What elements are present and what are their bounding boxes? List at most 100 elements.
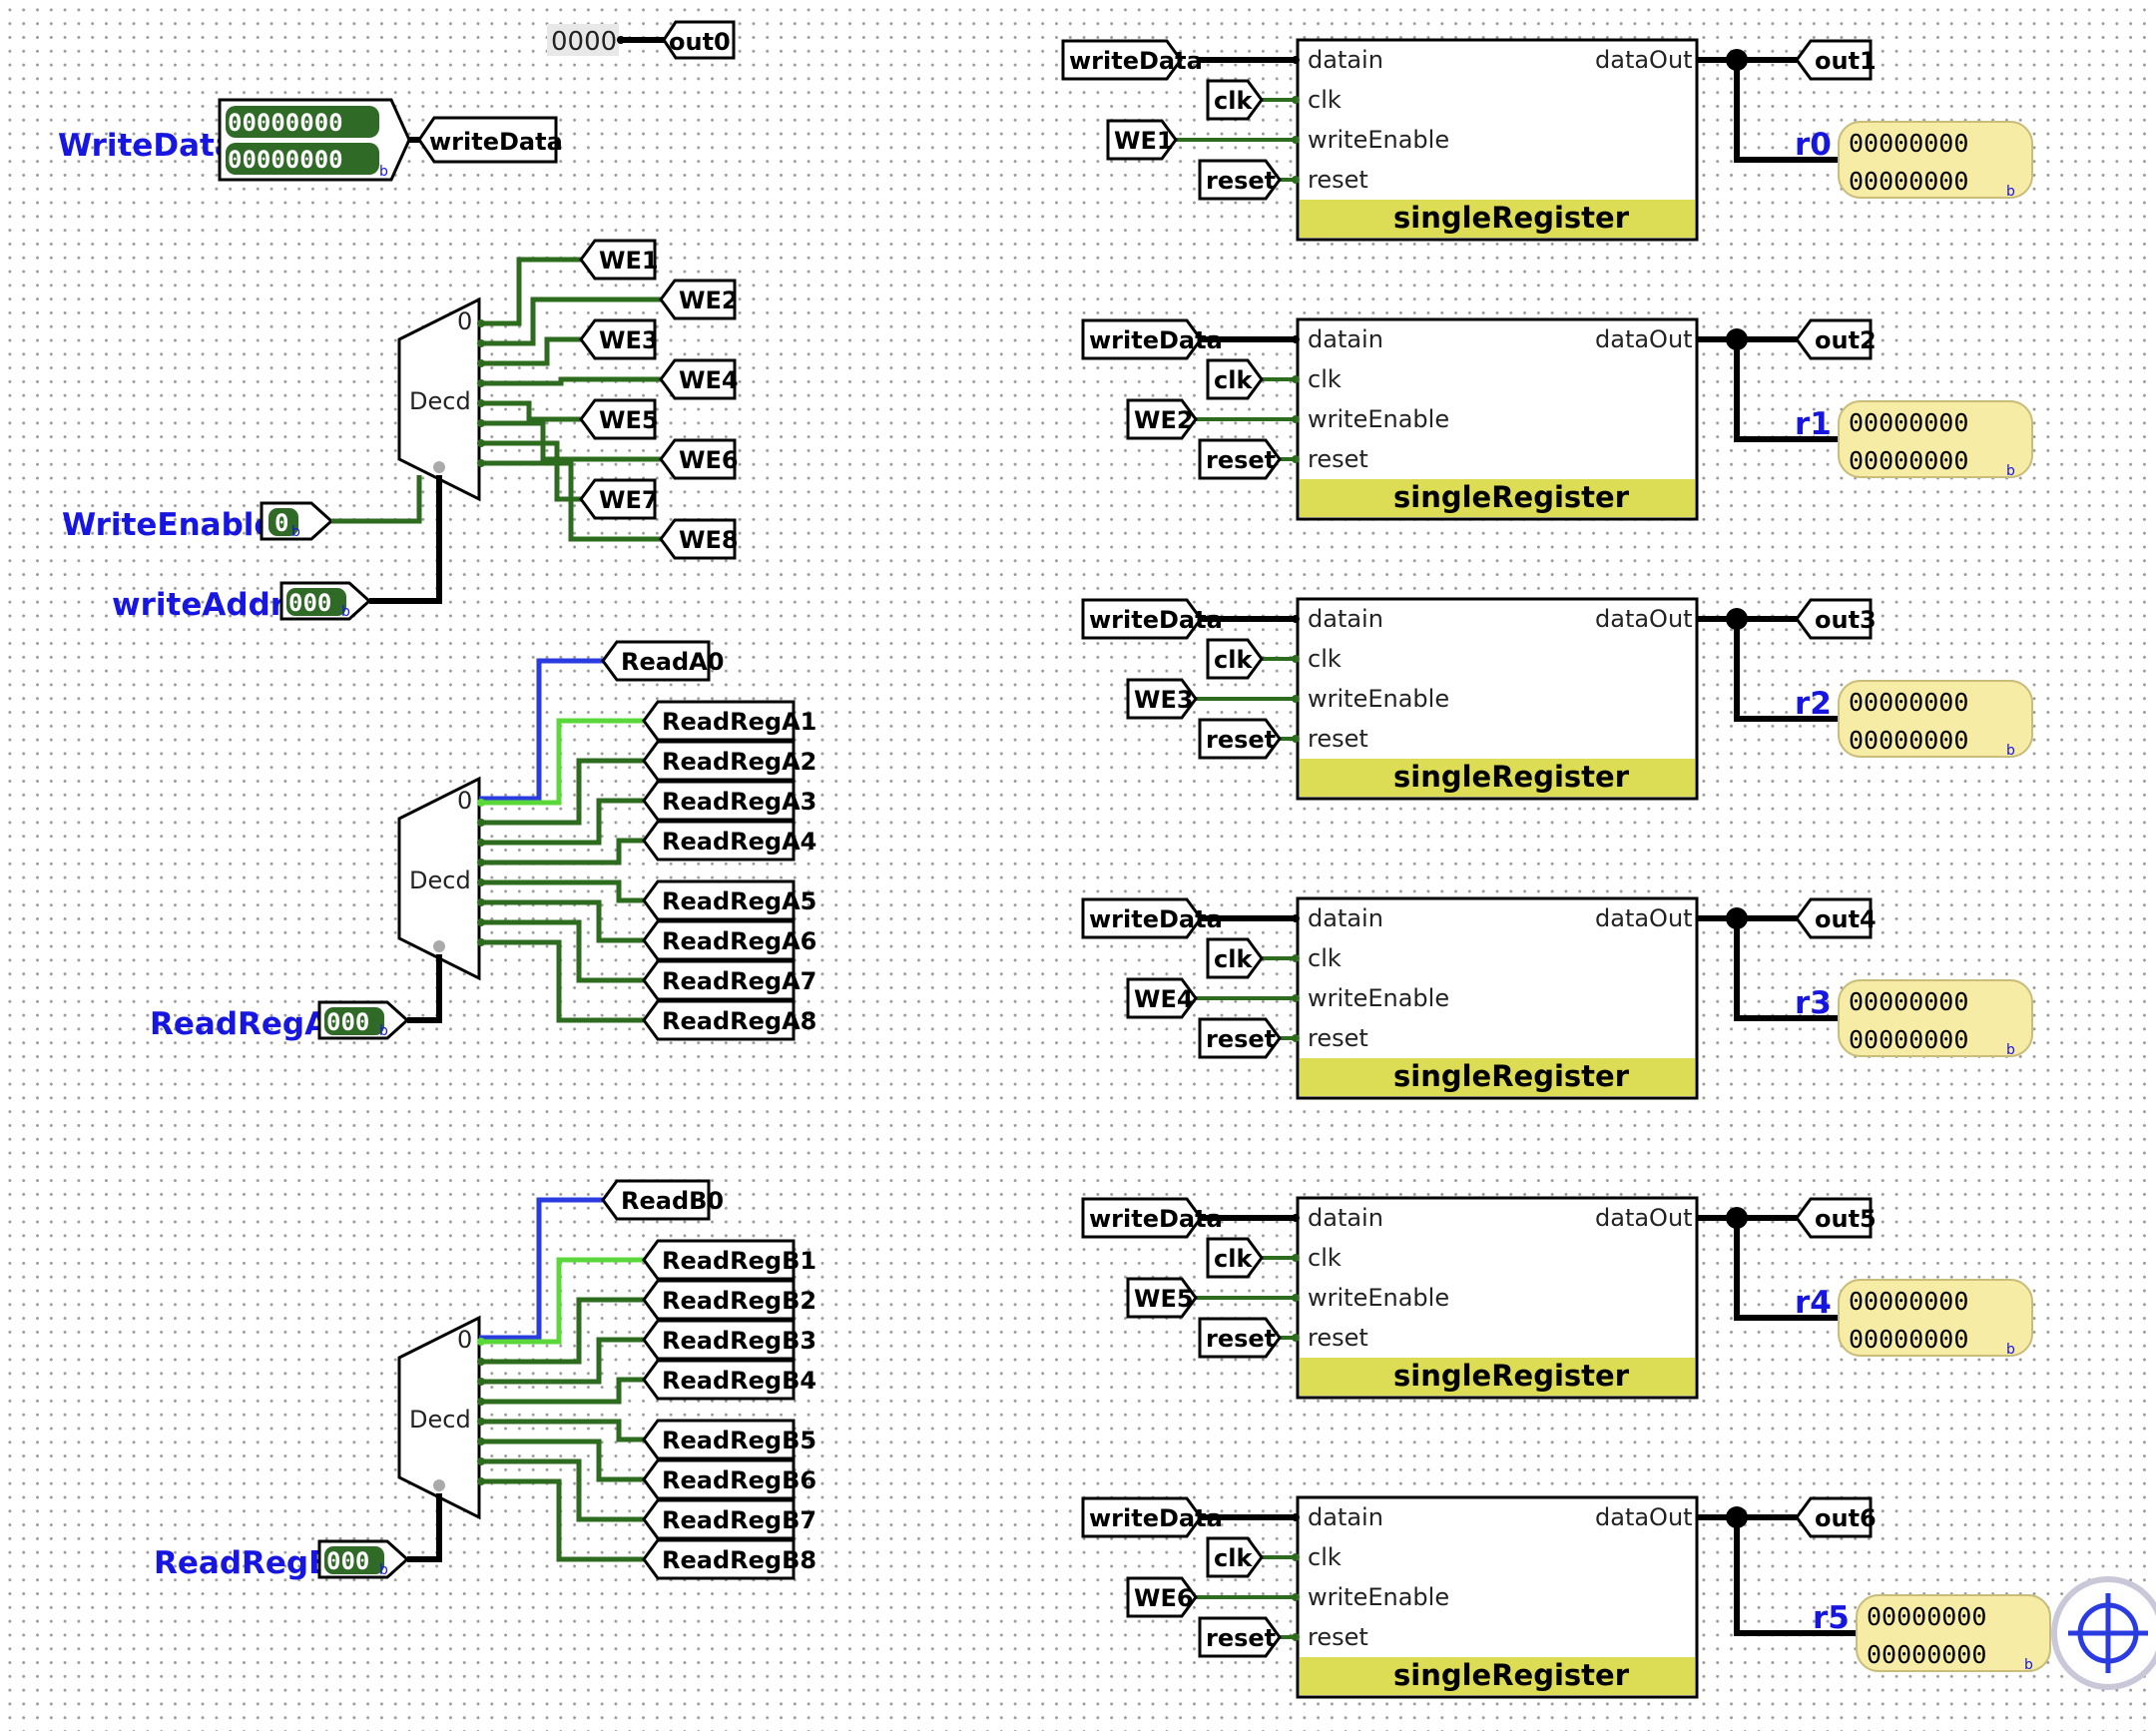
reg-6-we-tag[interactable]: WE6 xyxy=(1126,1576,1198,1618)
read-b-tag-6[interactable]: ReadRegB6 xyxy=(642,1458,816,1500)
reg-1-out-tag[interactable]: out1 xyxy=(1795,39,1877,81)
reg-4-out-tag[interactable]: out4 xyxy=(1795,897,1877,939)
pin-datain: datain xyxy=(1308,46,1383,74)
reg-6-reset-tag-label: reset xyxy=(1206,1624,1276,1652)
reg-4-reset-tag[interactable]: reset xyxy=(1198,1017,1282,1059)
read-b-tag-1[interactable]: ReadRegB1 xyxy=(642,1239,816,1281)
write-addr-input[interactable]: writeAddr 000 b xyxy=(112,475,442,623)
read-b-tag-7-label: ReadRegB7 xyxy=(662,1506,816,1534)
we-tag-2[interactable]: WE2 xyxy=(659,279,739,320)
probe-r0: r0 00000000 00000000 b xyxy=(1795,121,2033,200)
pin-reset: reset xyxy=(1308,445,1368,473)
we-tag-3[interactable]: WE3 xyxy=(579,318,659,360)
read-b-tag-2[interactable]: ReadRegB2 xyxy=(642,1279,816,1321)
reg-6-data-tag[interactable]: writeData xyxy=(1081,1496,1223,1538)
we-tag-5[interactable]: WE5 xyxy=(579,398,659,440)
write-data-bits-bottom: 00000000 xyxy=(228,146,343,174)
read-a-tag-2-label: ReadRegA2 xyxy=(662,748,816,776)
we-tag-7[interactable]: WE7 xyxy=(579,478,659,520)
probe-label: r3 xyxy=(1795,985,1832,1021)
reg-1-reset-tag[interactable]: reset xyxy=(1198,159,1282,201)
write-enable-bits: 0 xyxy=(274,509,288,537)
read-a-tag-8[interactable]: ReadRegA8 xyxy=(642,999,816,1041)
read-reg-a-input[interactable]: ReadRegA 000 b xyxy=(150,954,442,1042)
register-3[interactable]: singleRegister datain clk writeEnable reset d… xyxy=(1081,597,2033,801)
read-a-tag-7[interactable]: ReadRegA7 xyxy=(642,959,816,1001)
reg-4-clk-tag[interactable]: clk xyxy=(1206,937,1264,979)
crosshair-icon[interactable] xyxy=(2051,1576,2156,1690)
reg-5-reset-tag[interactable]: reset xyxy=(1198,1317,1282,1359)
register-1[interactable]: singleRegister datain clk writeEnable reset d… xyxy=(1061,38,2033,242)
read-b-tag-7[interactable]: ReadRegB7 xyxy=(642,1498,816,1540)
reg-1-data-tag[interactable]: writeData xyxy=(1061,39,1203,81)
reg-5-clk-tag[interactable]: clk xyxy=(1206,1237,1264,1279)
read-a-tag-4[interactable]: ReadRegA4 xyxy=(642,820,816,862)
reg-5-we-tag[interactable]: WE5 xyxy=(1126,1277,1198,1319)
register-bank: singleRegister datain clk writeEnable reset d… xyxy=(1061,38,2051,1699)
write-data-input[interactable]: WriteData 00000000 00000000 b writeData xyxy=(58,98,563,182)
reg-3-data-tag[interactable]: writeData xyxy=(1081,598,1223,640)
read-a-tag-1[interactable]: ReadRegA1 xyxy=(642,700,816,742)
read-a-tag-3[interactable]: ReadRegA3 xyxy=(642,780,816,822)
read-b-tag-4[interactable]: ReadRegB4 xyxy=(642,1359,816,1401)
reg-3-data-tag-label: writeData xyxy=(1089,606,1223,634)
constant-out0[interactable]: 0000 out0 xyxy=(547,20,736,60)
reg-3-clk-tag[interactable]: clk xyxy=(1206,638,1264,680)
read-reg-a-label: ReadRegA xyxy=(150,1006,328,1042)
reg-2-clk-tag[interactable]: clk xyxy=(1206,358,1264,400)
reg-4-we-tag[interactable]: WE4 xyxy=(1126,977,1198,1019)
reg-2-reset-tag[interactable]: reset xyxy=(1198,438,1282,480)
reg-2-we-tag[interactable]: WE2 xyxy=(1126,398,1198,440)
reg-6-out-tag[interactable]: out6 xyxy=(1795,1496,1877,1538)
read-b-tag-8-label: ReadRegB8 xyxy=(662,1546,816,1574)
reg-6-reset-tag[interactable]: reset xyxy=(1198,1616,1282,1658)
register-6[interactable]: singleRegister datain clk writeEnable reset d… xyxy=(1081,1495,2051,1699)
reg-5-data-tag[interactable]: writeData xyxy=(1081,1197,1223,1239)
we-tag-1[interactable]: WE1 xyxy=(579,239,659,281)
write-data-radix: b xyxy=(379,164,388,180)
we-tag-8[interactable]: WE8 xyxy=(659,518,739,560)
read-b-tag-8[interactable]: ReadRegB8 xyxy=(642,1538,816,1580)
read-b-tag-6-label: ReadRegB6 xyxy=(662,1466,816,1494)
reg-6-clk-tag[interactable]: clk xyxy=(1206,1536,1264,1578)
reg-3-we-tag[interactable]: WE3 xyxy=(1126,678,1198,720)
read-b-decoder[interactable]: Decd 0 xyxy=(397,1315,481,1520)
reg-2-data-tag[interactable]: writeData xyxy=(1081,318,1223,360)
reg-2-out-tag[interactable]: out2 xyxy=(1795,318,1877,360)
read-a-tag-2[interactable]: ReadRegA2 xyxy=(642,740,816,782)
write-decoder-label: Decd xyxy=(409,387,471,415)
register-5[interactable]: singleRegister datain clk writeEnable reset d… xyxy=(1081,1196,2033,1400)
we-tag-5-label: WE5 xyxy=(599,406,659,434)
reg-4-data-tag[interactable]: writeData xyxy=(1081,897,1223,939)
pin-write-enable: writeEnable xyxy=(1308,685,1449,713)
probe-value-bottom: 00000000 xyxy=(1849,446,1968,475)
read-b-tag-3[interactable]: ReadRegB3 xyxy=(642,1319,816,1361)
we-tag-4[interactable]: WE4 xyxy=(659,358,739,400)
reg-1-we-tag[interactable]: WE1 xyxy=(1106,119,1178,161)
we-tag-8-label: WE8 xyxy=(679,526,739,554)
register-2[interactable]: singleRegister datain clk writeEnable reset d… xyxy=(1081,317,2033,521)
read-a-tag-5[interactable]: ReadRegA5 xyxy=(642,879,816,921)
pin-data-out: dataOut xyxy=(1595,1503,1693,1531)
we-tag-6[interactable]: WE6 xyxy=(659,438,739,480)
reg-1-we-tag-label: WE1 xyxy=(1114,127,1174,155)
reg-5-out-tag[interactable]: out5 xyxy=(1795,1197,1877,1239)
read-b-tag-5[interactable]: ReadRegB5 xyxy=(642,1419,816,1460)
read-reg-b-label: ReadRegB xyxy=(154,1545,332,1581)
register-4[interactable]: singleRegister datain clk writeEnable reset d… xyxy=(1081,896,2033,1100)
read-b-zero-tag[interactable]: ReadB0 xyxy=(601,1179,724,1221)
write-enable-input[interactable]: WriteEnable 0 b xyxy=(62,475,422,543)
read-a-decoder[interactable]: Decd 0 xyxy=(397,776,481,981)
circuit-canvas[interactable]: 0000 out0 WriteData 00000000 00000000 b … xyxy=(0,0,2156,1731)
read-b-zero-tag-label: ReadB0 xyxy=(621,1187,724,1215)
reg-1-clk-tag[interactable]: clk xyxy=(1206,79,1264,121)
read-a-tag-6[interactable]: ReadRegA6 xyxy=(642,919,816,961)
write-decoder[interactable]: Decd 0 xyxy=(397,296,481,502)
read-b-tag-4-label: ReadRegB4 xyxy=(662,1367,816,1395)
reg-3-reset-tag[interactable]: reset xyxy=(1198,718,1282,760)
pin-write-enable: writeEnable xyxy=(1308,1284,1449,1312)
pin-datain: datain xyxy=(1308,325,1383,353)
read-a-zero-tag[interactable]: ReadA0 xyxy=(601,640,724,682)
reg-3-out-tag[interactable]: out3 xyxy=(1795,598,1877,640)
read-reg-b-input[interactable]: ReadRegB 000 b xyxy=(154,1493,442,1581)
